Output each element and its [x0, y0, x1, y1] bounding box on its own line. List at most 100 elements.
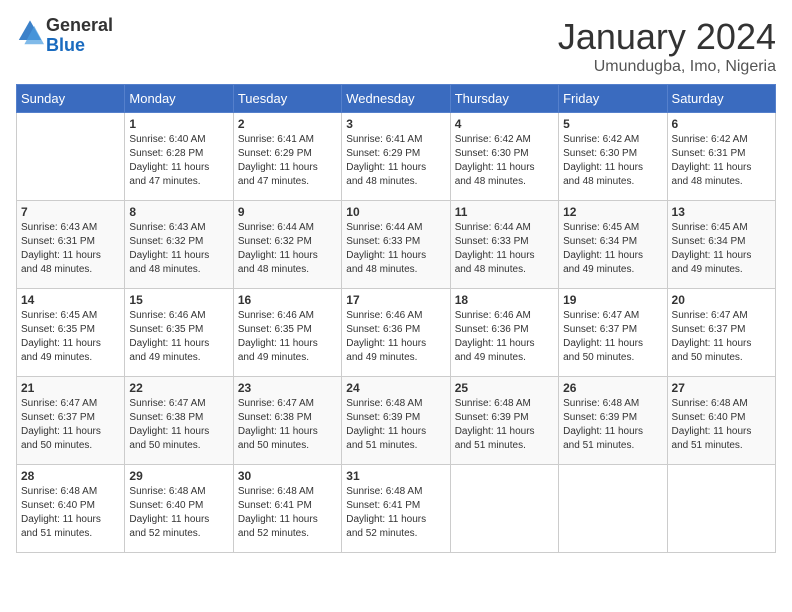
weekday-header: Friday [559, 85, 667, 113]
day-info: Sunrise: 6:48 AMSunset: 6:41 PMDaylight:… [346, 485, 445, 541]
day-number: 7 [21, 205, 120, 219]
day-number: 10 [346, 205, 445, 219]
weekday-header: Monday [125, 85, 233, 113]
day-number: 2 [238, 117, 337, 131]
day-number: 5 [563, 117, 662, 131]
calendar-cell: 21 Sunrise: 6:47 AMSunset: 6:37 PMDayligh… [17, 377, 125, 465]
calendar-cell: 12 Sunrise: 6:45 AMSunset: 6:34 PMDayligh… [559, 201, 667, 289]
day-info: Sunrise: 6:45 AMSunset: 6:34 PMDaylight:… [672, 221, 771, 277]
calendar-subtitle: Umundugba, Imo, Nigeria [558, 58, 776, 76]
calendar-cell: 19 Sunrise: 6:47 AMSunset: 6:37 PMDayligh… [559, 289, 667, 377]
calendar-cell: 3Sunrise: 6:41 AMSunset: 6:29 PMDaylight… [342, 113, 450, 201]
calendar-cell: 30 Sunrise: 6:48 AMSunset: 6:41 PMDayligh… [233, 465, 341, 553]
day-number: 31 [346, 469, 445, 483]
day-info: Sunrise: 6:48 AMSunset: 6:40 PMDaylight:… [672, 397, 771, 453]
calendar-cell: 2 Sunrise: 6:41 AMSunset: 6:29 PMDaylight… [233, 113, 341, 201]
weekday-header: Thursday [450, 85, 558, 113]
day-info: Sunrise: 6:47 AMSunset: 6:38 PMDaylight:… [129, 397, 228, 453]
calendar-cell: 10 Sunrise: 6:44 AMSunset: 6:33 PMDayligh… [342, 201, 450, 289]
calendar-cell: 26 Sunrise: 6:48 AMSunset: 6:39 PMDayligh… [559, 377, 667, 465]
day-number: 19 [563, 293, 662, 307]
day-info: Sunrise: 6:41 AMSunset: 6:29 PMDaylight:… [238, 133, 337, 189]
calendar-cell [450, 465, 558, 553]
logo-text: General Blue [46, 16, 113, 56]
day-info: Sunrise: 6:42 AMSunset: 6:30 PMDaylight:… [563, 133, 662, 189]
calendar-cell: 15 Sunrise: 6:46 AMSunset: 6:35 PMDayligh… [125, 289, 233, 377]
day-info: Sunrise: 6:46 AMSunset: 6:35 PMDaylight:… [129, 309, 228, 365]
day-number: 12 [563, 205, 662, 219]
calendar-body: 1 Sunrise: 6:40 AMSunset: 6:28 PMDaylight… [17, 113, 776, 553]
calendar-cell [667, 465, 775, 553]
calendar-cell: 29 Sunrise: 6:48 AMSunset: 6:40 PMDayligh… [125, 465, 233, 553]
calendar-cell [17, 113, 125, 201]
calendar-week-row: 1 Sunrise: 6:40 AMSunset: 6:28 PMDaylight… [17, 113, 776, 201]
calendar-cell: 23Sunrise: 6:47 AMSunset: 6:38 PMDayligh… [233, 377, 341, 465]
calendar-cell: 18 Sunrise: 6:46 AMSunset: 6:36 PMDayligh… [450, 289, 558, 377]
calendar-cell: 24 Sunrise: 6:48 AMSunset: 6:39 PMDayligh… [342, 377, 450, 465]
day-info: Sunrise: 6:46 AMSunset: 6:36 PMDaylight:… [455, 309, 554, 365]
day-info: Sunrise: 6:46 AMSunset: 6:36 PMDaylight:… [346, 309, 445, 365]
calendar-table: SundayMondayTuesdayWednesdayThursdayFrid… [16, 84, 776, 553]
weekday-row: SundayMondayTuesdayWednesdayThursdayFrid… [17, 85, 776, 113]
day-number: 17 [346, 293, 445, 307]
day-info: Sunrise: 6:48 AMSunset: 6:41 PMDaylight:… [238, 485, 337, 541]
calendar-cell: 17 Sunrise: 6:46 AMSunset: 6:36 PMDayligh… [342, 289, 450, 377]
day-info: Sunrise: 6:47 AMSunset: 6:37 PMDaylight:… [563, 309, 662, 365]
calendar-title: January 2024 [558, 16, 776, 58]
day-number: 30 [238, 469, 337, 483]
day-info: Sunrise: 6:43 AMSunset: 6:31 PMDaylight:… [21, 221, 120, 277]
title-block: January 2024 Umundugba, Imo, Nigeria [558, 16, 776, 76]
calendar-cell: 13 Sunrise: 6:45 AMSunset: 6:34 PMDayligh… [667, 201, 775, 289]
day-info: Sunrise: 6:45 AMSunset: 6:34 PMDaylight:… [563, 221, 662, 277]
day-info: Sunrise: 6:42 AMSunset: 6:31 PMDaylight:… [672, 133, 771, 189]
calendar-cell: 20Sunrise: 6:47 AMSunset: 6:37 PMDayligh… [667, 289, 775, 377]
day-info: Sunrise: 6:45 AMSunset: 6:35 PMDaylight:… [21, 309, 120, 365]
day-number: 18 [455, 293, 554, 307]
calendar-week-row: 7 Sunrise: 6:43 AMSunset: 6:31 PMDaylight… [17, 201, 776, 289]
day-info: Sunrise: 6:48 AMSunset: 6:40 PMDaylight:… [21, 485, 120, 541]
day-info: Sunrise: 6:47 AMSunset: 6:37 PMDaylight:… [21, 397, 120, 453]
calendar-cell: 28 Sunrise: 6:48 AMSunset: 6:40 PMDayligh… [17, 465, 125, 553]
calendar-week-row: 14Sunrise: 6:45 AMSunset: 6:35 PMDayligh… [17, 289, 776, 377]
calendar-cell: 8Sunrise: 6:43 AMSunset: 6:32 PMDaylight… [125, 201, 233, 289]
day-number: 26 [563, 381, 662, 395]
day-info: Sunrise: 6:48 AMSunset: 6:39 PMDaylight:… [563, 397, 662, 453]
day-info: Sunrise: 6:41 AMSunset: 6:29 PMDaylight:… [346, 133, 445, 189]
day-info: Sunrise: 6:43 AMSunset: 6:32 PMDaylight:… [129, 221, 228, 277]
calendar-week-row: 21 Sunrise: 6:47 AMSunset: 6:37 PMDayligh… [17, 377, 776, 465]
calendar-cell: 16Sunrise: 6:46 AMSunset: 6:35 PMDayligh… [233, 289, 341, 377]
calendar-cell: 1 Sunrise: 6:40 AMSunset: 6:28 PMDaylight… [125, 113, 233, 201]
day-number: 22 [129, 381, 228, 395]
day-info: Sunrise: 6:46 AMSunset: 6:35 PMDaylight:… [238, 309, 337, 365]
day-number: 6 [672, 117, 771, 131]
day-number: 15 [129, 293, 228, 307]
calendar-cell: 6 Sunrise: 6:42 AMSunset: 6:31 PMDaylight… [667, 113, 775, 201]
weekday-header: Tuesday [233, 85, 341, 113]
day-info: Sunrise: 6:48 AMSunset: 6:40 PMDaylight:… [129, 485, 228, 541]
day-number: 9 [238, 205, 337, 219]
day-info: Sunrise: 6:40 AMSunset: 6:28 PMDaylight:… [129, 133, 228, 189]
day-info: Sunrise: 6:47 AMSunset: 6:37 PMDaylight:… [672, 309, 771, 365]
day-info: Sunrise: 6:44 AMSunset: 6:33 PMDaylight:… [455, 221, 554, 277]
calendar-week-row: 28 Sunrise: 6:48 AMSunset: 6:40 PMDayligh… [17, 465, 776, 553]
day-number: 4 [455, 117, 554, 131]
calendar-cell: 27Sunrise: 6:48 AMSunset: 6:40 PMDayligh… [667, 377, 775, 465]
logo: General Blue [16, 16, 113, 56]
day-number: 25 [455, 381, 554, 395]
day-number: 24 [346, 381, 445, 395]
day-number: 28 [21, 469, 120, 483]
calendar-cell [559, 465, 667, 553]
day-number: 11 [455, 205, 554, 219]
calendar-cell: 14Sunrise: 6:45 AMSunset: 6:35 PMDayligh… [17, 289, 125, 377]
day-number: 21 [21, 381, 120, 395]
calendar-cell: 31 Sunrise: 6:48 AMSunset: 6:41 PMDayligh… [342, 465, 450, 553]
day-number: 23 [238, 381, 337, 395]
day-number: 1 [129, 117, 228, 131]
day-info: Sunrise: 6:44 AMSunset: 6:33 PMDaylight:… [346, 221, 445, 277]
day-number: 13 [672, 205, 771, 219]
day-info: Sunrise: 6:48 AMSunset: 6:39 PMDaylight:… [455, 397, 554, 453]
calendar-cell: 9Sunrise: 6:44 AMSunset: 6:32 PMDaylight… [233, 201, 341, 289]
calendar-cell: 11 Sunrise: 6:44 AMSunset: 6:33 PMDayligh… [450, 201, 558, 289]
day-info: Sunrise: 6:48 AMSunset: 6:39 PMDaylight:… [346, 397, 445, 453]
day-number: 29 [129, 469, 228, 483]
